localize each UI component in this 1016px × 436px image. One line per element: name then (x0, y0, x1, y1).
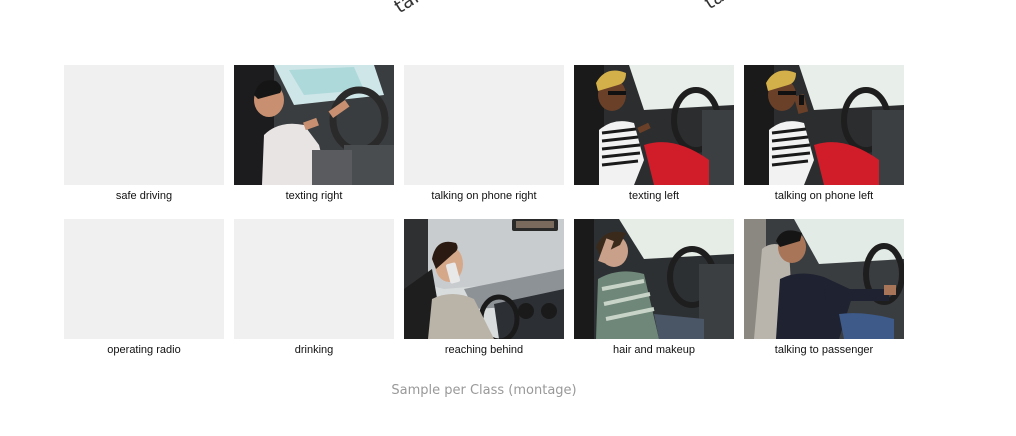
sample-photo (574, 219, 734, 339)
montage-row: operating radio drinking reaching behind… (64, 219, 914, 357)
sample-photo (234, 65, 394, 185)
sample-photo (574, 65, 734, 185)
class-label: texting left (628, 190, 680, 202)
class-label: texting right (285, 190, 343, 202)
class-sample-talking-to-passenger: talking to passenger (744, 219, 904, 357)
cropped-label-fragment: talk (390, 0, 432, 18)
class-label: hair and makeup (613, 344, 695, 356)
class-label: talking on phone left (774, 190, 874, 202)
cropped-label-fragment: ta (700, 0, 728, 14)
class-sample-texting-right: texting right (234, 65, 394, 203)
class-label: reaching behind (444, 344, 524, 356)
class-sample-talking-on-phone-right: talking on phone right (404, 65, 564, 203)
class-label: talking on phone right (431, 190, 537, 202)
montage-page: talk ta safe driving (0, 0, 1016, 436)
montage-row: safe driving texting right talking on ph… (64, 65, 914, 203)
class-sample-hair-and-makeup: hair and makeup (574, 219, 734, 357)
class-sample-drinking: drinking (234, 219, 394, 357)
class-sample-texting-left: texting left (574, 65, 734, 203)
sample-photo (744, 65, 904, 185)
class-sample-safe-driving: safe driving (64, 65, 224, 203)
class-label: drinking (294, 344, 334, 356)
class-sample-talking-on-phone-left: talking on phone left (744, 65, 904, 203)
class-label: safe driving (115, 190, 173, 202)
class-sample-reaching-behind: reaching behind (404, 219, 564, 357)
sample-montage-grid: safe driving texting right talking on ph… (64, 65, 914, 373)
sample-placeholder-image (64, 219, 224, 339)
sample-placeholder-image (64, 65, 224, 185)
sample-placeholder-image (404, 65, 564, 185)
class-label: operating radio (107, 344, 181, 356)
sample-placeholder-image (234, 219, 394, 339)
class-label: talking to passenger (774, 344, 874, 356)
sample-photo (744, 219, 904, 339)
class-sample-operating-radio: operating radio (64, 219, 224, 357)
figure-caption: Sample per Class (montage) (391, 383, 577, 398)
sample-photo (404, 219, 564, 339)
